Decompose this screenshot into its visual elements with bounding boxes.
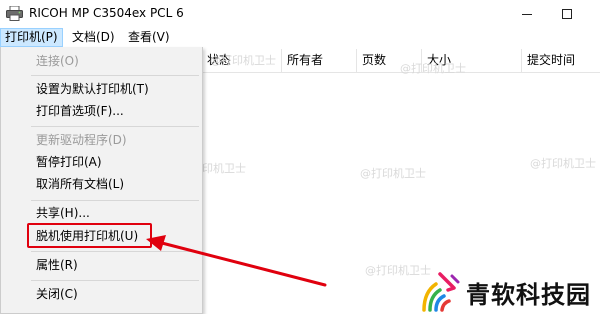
- watermark: @打印机卫士: [530, 157, 596, 170]
- menu-separator: [31, 75, 199, 76]
- window-title: RICOH MP C3504ex PCL 6: [29, 6, 184, 20]
- menu-printer[interactable]: 打印机(P): [0, 28, 63, 47]
- title-bar: RICOH MP C3504ex PCL 6: [0, 0, 600, 28]
- menu-separator: [31, 126, 199, 127]
- menu-item-close[interactable]: 关闭(C): [36, 285, 78, 303]
- menu-item-pause[interactable]: 暂停打印(A): [36, 153, 102, 171]
- column-owner[interactable]: 所有者: [282, 49, 357, 72]
- menu-document[interactable]: 文档(D): [68, 28, 119, 47]
- column-submit-time[interactable]: 提交时间: [522, 49, 600, 72]
- menu-separator: [31, 200, 199, 201]
- watermark: @打印机卫士: [360, 167, 426, 180]
- menu-item-share[interactable]: 共享(H)...: [36, 204, 90, 222]
- brand-logo-mark: [422, 272, 460, 312]
- red-arrow-annotation: [146, 235, 327, 287]
- menu-item-properties[interactable]: 属性(R): [36, 256, 78, 274]
- maximize-icon: [562, 9, 572, 19]
- menu-item-preferences[interactable]: 打印首选项(F)...: [36, 102, 124, 120]
- menu-view[interactable]: 查看(V): [124, 28, 174, 47]
- minimize-button[interactable]: [505, 0, 549, 28]
- menu-item-connect[interactable]: 连接(O): [36, 52, 79, 70]
- printer-icon: [6, 6, 23, 21]
- menu-item-cancel-all[interactable]: 取消所有文档(L): [36, 175, 124, 193]
- menu-item-update-driver[interactable]: 更新驱动程序(D): [36, 131, 127, 149]
- highlight-box: [27, 223, 152, 248]
- watermark: @打印机卫士: [400, 62, 466, 75]
- menu-bar: 打印机(P) 文档(D) 查看(V): [0, 28, 600, 47]
- brand-name: 青软科技园: [466, 281, 591, 309]
- watermark: @打印机卫士: [210, 54, 276, 67]
- maximize-button[interactable]: [545, 0, 589, 28]
- minimize-icon: [522, 13, 532, 15]
- brand-logo: 青软科技园: [414, 270, 600, 314]
- menu-item-set-default[interactable]: 设置为默认打印机(T): [36, 80, 149, 98]
